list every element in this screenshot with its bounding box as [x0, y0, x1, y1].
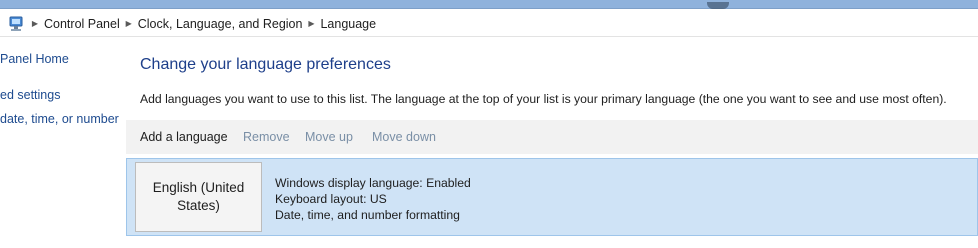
formatting-info: Date, time, and number formatting — [275, 208, 460, 222]
remove-button[interactable]: Remove — [243, 130, 290, 144]
main-content: Change your language preferences Add lan… — [126, 37, 978, 248]
page-title: Change your language preferences — [140, 56, 391, 73]
sidebar: Panel Home ed settings date, time, or nu… — [0, 37, 124, 248]
language-toolbar: Add a language Remove Move up Move down — [126, 120, 978, 154]
page-description: Add languages you want to use to this li… — [140, 92, 947, 106]
move-down-button[interactable]: Move down — [372, 130, 436, 144]
language-list-item[interactable]: English (United States) Windows display … — [126, 158, 978, 236]
control-panel-icon[interactable] — [6, 14, 26, 34]
display-language-status: Windows display language: Enabled — [275, 176, 471, 190]
add-language-button[interactable]: Add a language — [140, 130, 228, 144]
sidebar-item-change-date-time-number[interactable]: date, time, or number — [0, 112, 119, 126]
breadcrumb-item-language[interactable]: Language — [320, 17, 376, 31]
chevron-right-icon[interactable]: ▶ — [26, 19, 44, 28]
address-bar[interactable]: ▶ Control Panel ▶ Clock, Language, and R… — [0, 10, 978, 37]
chevron-right-icon[interactable]: ▶ — [302, 19, 320, 28]
chevron-right-icon[interactable]: ▶ — [120, 19, 138, 28]
sidebar-item-control-panel-home[interactable]: Panel Home — [0, 52, 69, 66]
sidebar-item-advanced-settings[interactable]: ed settings — [0, 88, 60, 102]
window-titlebar — [0, 0, 978, 9]
titlebar-control[interactable] — [707, 2, 729, 9]
breadcrumb-item-clock-language-region[interactable]: Clock, Language, and Region — [138, 17, 303, 31]
breadcrumb: ▶ Control Panel ▶ Clock, Language, and R… — [0, 10, 376, 37]
language-tile[interactable]: English (United States) — [135, 162, 262, 232]
move-up-button[interactable]: Move up — [305, 130, 353, 144]
breadcrumb-item-control-panel[interactable]: Control Panel — [44, 17, 120, 31]
language-name: English (United States) — [152, 180, 245, 213]
keyboard-layout: Keyboard layout: US — [275, 192, 387, 206]
language-details: Windows display language: Enabled Keyboa… — [275, 175, 471, 223]
